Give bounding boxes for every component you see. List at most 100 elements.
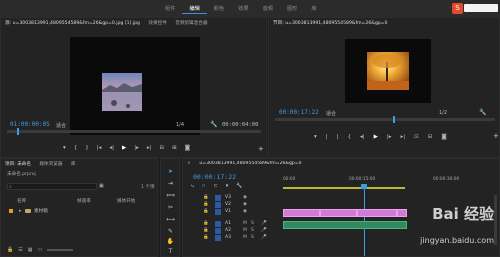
insert-icon[interactable]: ⊟ <box>160 145 165 151</box>
track-target-icon[interactable] <box>215 209 221 215</box>
column-header-name[interactable]: 名称 <box>17 198 26 204</box>
mark-out-icon[interactable]: | <box>337 134 339 140</box>
write-lock-icon[interactable]: 🔓 <box>7 247 13 253</box>
selection-tool-icon[interactable]: ➤ <box>166 167 175 176</box>
chevron-right-icon[interactable]: ▸ <box>19 208 22 214</box>
new-search-bin-icon[interactable]: ▣ <box>99 183 104 189</box>
close-icon[interactable]: × <box>187 161 191 166</box>
wrench-icon[interactable]: 🔧 <box>210 121 217 128</box>
project-search-input[interactable]: ⌕ <box>7 183 97 190</box>
source-fit-dropdown[interactable]: 适合 <box>56 122 66 129</box>
eye-icon[interactable]: ◉ <box>243 195 247 200</box>
linked-selection-icon[interactable]: ⊂ <box>213 183 217 189</box>
timeline-playhead[interactable] <box>364 184 365 256</box>
tab-effect-controls[interactable]: 效果控件 <box>148 21 166 26</box>
mute-icon[interactable]: M <box>243 235 247 240</box>
tab-library[interactable]: 库 <box>71 162 76 167</box>
freeform-view-icon[interactable]: ▭ <box>37 247 42 253</box>
marker-icon[interactable]: ▾ <box>63 145 66 151</box>
workspace-tab[interactable]: 颜色 <box>207 4 231 14</box>
work-area-bar[interactable] <box>283 187 405 189</box>
step-back-icon[interactable]: ◂| <box>109 145 114 151</box>
add-marker-icon[interactable]: ▾ <box>226 183 229 189</box>
lock-icon[interactable]: 🔒 <box>203 221 209 226</box>
source-playhead[interactable] <box>17 128 19 135</box>
nest-icon[interactable]: ⤷ <box>191 183 194 189</box>
source-zoom-dropdown[interactable]: 1/4 <box>176 122 184 128</box>
sogou-icon[interactable]: S <box>452 3 463 14</box>
slip-tool-icon[interactable]: ⟷ <box>166 215 175 224</box>
step-back-icon[interactable]: ◂| <box>360 134 365 140</box>
razor-tool-icon[interactable]: ✂ <box>166 203 175 212</box>
extract-icon[interactable]: ⊟ <box>428 134 433 140</box>
microphone-icon[interactable]: 🎤 <box>261 228 267 233</box>
zoom-slider[interactable] <box>47 249 74 251</box>
vertical-scrollbar[interactable] <box>494 195 497 245</box>
tab-sequence[interactable]: u=3003813991,4809554589&fm=26&gp=0 <box>199 161 301 166</box>
track-target-icon[interactable] <box>215 221 221 227</box>
add-button-icon[interactable]: + <box>258 145 264 153</box>
workspace-tab[interactable]: 音频 <box>256 4 280 14</box>
video-clip-3[interactable] <box>357 209 397 217</box>
track-header-a2[interactable]: 🔒 A2 M S 🎤 <box>189 228 281 235</box>
source-scrub-bar[interactable] <box>7 130 261 133</box>
export-frame-icon[interactable]: ◙ <box>441 134 446 140</box>
mark-out-icon[interactable]: } <box>85 145 89 151</box>
playhead-handle[interactable] <box>361 184 367 189</box>
workspace-tab[interactable]: 库 <box>304 4 323 14</box>
lift-icon[interactable]: ⊡ <box>414 134 419 140</box>
go-to-in-icon[interactable]: |◂ <box>97 145 102 151</box>
lock-icon[interactable]: 🔒 <box>203 228 209 233</box>
column-header-media-start[interactable]: 媒体开始 <box>117 198 135 204</box>
list-item[interactable]: ▸ 素材箱 <box>7 208 155 215</box>
mark-in-icon[interactable]: | <box>326 134 328 140</box>
marker-icon[interactable]: ▾ <box>314 134 317 140</box>
step-forward-icon[interactable]: |▸ <box>134 145 139 151</box>
step-forward-icon[interactable]: |▸ <box>387 134 392 140</box>
program-scrub-bar[interactable] <box>275 118 495 121</box>
solo-icon[interactable]: S <box>251 228 254 233</box>
type-tool-icon[interactable]: T <box>166 247 175 256</box>
go-to-out-icon[interactable]: ▸| <box>147 145 152 151</box>
timeline-timecode[interactable]: 00:00:17:22 <box>193 173 236 181</box>
go-to-out-icon[interactable]: ▸| <box>400 134 405 140</box>
track-header-a3[interactable]: 🔒 A3 M S 🎤 <box>189 235 281 242</box>
workspace-tab[interactable]: 组件 <box>158 4 182 14</box>
video-clip-1[interactable] <box>283 209 320 217</box>
track-target-icon[interactable] <box>215 235 221 241</box>
track-target-icon[interactable] <box>215 228 221 234</box>
pen-tool-icon[interactable]: ✎ <box>166 227 175 236</box>
workspace-tab[interactable]: 编辑 <box>182 4 207 14</box>
add-button-icon[interactable]: + <box>493 132 499 140</box>
program-zoom-dropdown[interactable]: 1/2 <box>439 110 447 116</box>
workspace-tab[interactable]: 图形 <box>280 4 304 14</box>
program-playhead[interactable] <box>393 116 395 123</box>
lock-icon[interactable]: 🔒 <box>203 209 209 214</box>
mute-icon[interactable]: M <box>243 221 247 226</box>
mute-icon[interactable]: M <box>243 228 247 233</box>
tab-project[interactable]: 项目: 未命名 <box>5 162 31 167</box>
eye-icon[interactable]: ◉ <box>243 202 247 207</box>
microphone-icon[interactable]: 🎤 <box>261 221 267 226</box>
track-header-v3[interactable]: 🔒 V3 ◉ <box>189 195 281 202</box>
track-target-icon[interactable] <box>215 195 221 201</box>
solo-icon[interactable]: S <box>251 235 254 240</box>
wrench-icon[interactable]: 🔧 <box>236 183 242 189</box>
video-clip-4[interactable] <box>397 209 407 217</box>
mark-in-icon[interactable]: { <box>74 145 78 151</box>
lock-icon[interactable]: 🔒 <box>203 195 209 200</box>
list-view-icon[interactable]: ☰ <box>18 247 22 253</box>
lock-icon[interactable]: 🔒 <box>203 202 209 207</box>
track-select-tool-icon[interactable]: ⇥ <box>166 179 175 188</box>
solo-icon[interactable]: S <box>251 221 254 226</box>
lock-icon[interactable]: 🔒 <box>203 235 209 240</box>
tab-audio-mixer[interactable]: 音频剪辑混合器 <box>175 21 207 26</box>
go-to-in-icon[interactable]: { <box>347 134 351 140</box>
play-icon[interactable]: ▶ <box>374 134 378 140</box>
tab-media-browser[interactable]: 媒体浏览器 <box>39 162 62 167</box>
microphone-icon[interactable]: 🎤 <box>261 235 267 240</box>
workspace-tab[interactable]: 效果 <box>231 4 255 14</box>
source-timecode[interactable]: 01:00:00:05 <box>10 121 50 128</box>
program-fit-dropdown[interactable]: 适合 <box>326 110 336 117</box>
eye-icon[interactable]: ◉ <box>243 209 247 214</box>
